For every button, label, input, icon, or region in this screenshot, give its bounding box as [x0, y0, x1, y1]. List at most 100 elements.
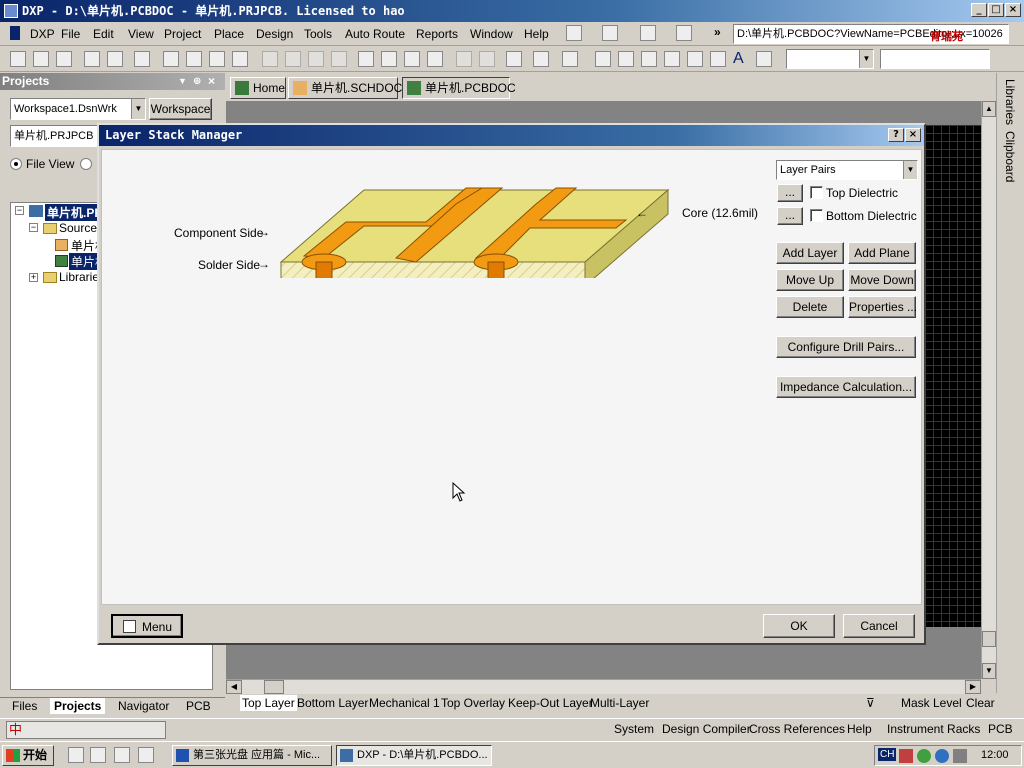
- bottom-dielectric-props-button[interactable]: ...: [777, 207, 803, 225]
- tree-collapse-icon[interactable]: −: [15, 206, 24, 215]
- tab-pcbdoc[interactable]: 单片机.PCBDOC: [402, 77, 516, 99]
- tray-icon[interactable]: [899, 749, 913, 763]
- tray-icon[interactable]: [917, 749, 931, 763]
- new-icon[interactable]: [10, 51, 26, 67]
- file-view-radio[interactable]: [10, 158, 22, 170]
- scroll-thumb[interactable]: [982, 631, 996, 647]
- tree-collapse-icon[interactable]: −: [29, 223, 38, 232]
- libraries-tab[interactable]: Libraries: [1003, 79, 1017, 125]
- polygon-icon[interactable]: [710, 51, 726, 67]
- panel-menu-icon[interactable]: ▼: [178, 73, 187, 90]
- layer-tab-keepout[interactable]: Keep-Out Layer: [508, 695, 593, 711]
- status-cross-references[interactable]: Cross References: [749, 722, 845, 736]
- print-icon[interactable]: [84, 51, 100, 67]
- task-word[interactable]: 第三张光盘 应用篇 - Mic...: [172, 745, 332, 766]
- route-icon[interactable]: [595, 51, 611, 67]
- menu-window[interactable]: Window: [470, 27, 513, 41]
- ime-mode[interactable]: 中: [9, 722, 22, 737]
- tray-icon[interactable]: [935, 749, 949, 763]
- properties-button[interactable]: Properties ...: [848, 296, 917, 318]
- menu-tools[interactable]: Tools: [304, 27, 332, 41]
- deselect-icon[interactable]: [427, 51, 443, 67]
- menu-dxp[interactable]: DXP: [30, 27, 55, 41]
- add-layer-button[interactable]: Add Layer: [776, 242, 844, 264]
- scroll-down-icon[interactable]: ▼: [982, 663, 996, 679]
- component-icon[interactable]: [756, 51, 772, 67]
- scroll-left-icon[interactable]: ◀: [226, 680, 242, 694]
- menu-file[interactable]: File: [61, 27, 80, 41]
- fill-icon[interactable]: [687, 51, 703, 67]
- path-combo[interactable]: D:\单片机.PCBDOC?ViewName=PCBEditor;Lx=1002…: [733, 24, 1009, 44]
- move-icon[interactable]: [381, 51, 397, 67]
- clipboard-tab[interactable]: Clipboard: [1003, 131, 1017, 182]
- menu-design[interactable]: Design: [256, 27, 293, 41]
- status-instrument-racks[interactable]: Instrument Racks: [887, 722, 980, 736]
- tray-icon[interactable]: [953, 749, 967, 763]
- copy-icon[interactable]: [285, 51, 301, 67]
- maximize-button[interactable]: □: [988, 3, 1004, 17]
- horizontal-scrollbar[interactable]: ◀ ▶: [226, 679, 981, 694]
- rubber-stamp-icon[interactable]: [331, 51, 347, 67]
- select-icon[interactable]: [404, 51, 420, 67]
- via-icon[interactable]: [641, 51, 657, 67]
- configure-drill-pairs-button[interactable]: Configure Drill Pairs...: [776, 336, 916, 358]
- media-icon[interactable]: [138, 747, 154, 763]
- ok-button[interactable]: OK: [763, 614, 835, 638]
- layer-tab-mechanical[interactable]: Mechanical 1: [369, 695, 440, 711]
- move-down-button[interactable]: Move Down: [848, 269, 916, 291]
- project-combo[interactable]: 单片机.PRJPCB: [10, 125, 100, 147]
- menu-edit[interactable]: Edit: [93, 27, 114, 41]
- tab-home[interactable]: Home: [230, 77, 286, 99]
- tab-schdoc[interactable]: 单片机.SCHDOC: [288, 77, 402, 99]
- menu-help[interactable]: Help: [524, 27, 549, 41]
- move-up-button[interactable]: Move Up: [776, 269, 844, 291]
- pin-icon[interactable]: ⊕: [193, 73, 201, 90]
- menu-view[interactable]: View: [128, 27, 154, 41]
- dialog-close-button[interactable]: ×: [905, 128, 921, 142]
- mask-level-button[interactable]: Mask Level: [901, 695, 962, 711]
- menu-button[interactable]: Menu: [111, 614, 183, 638]
- workspace-combo[interactable]: Workspace1.DsnWrk ▼: [10, 98, 146, 120]
- print-preview-icon[interactable]: [107, 51, 123, 67]
- text-icon[interactable]: A: [733, 51, 749, 67]
- vertical-scrollbar[interactable]: ▲ ▼: [981, 101, 996, 679]
- arc-icon[interactable]: [664, 51, 680, 67]
- add-plane-button[interactable]: Add Plane: [848, 242, 916, 264]
- clear-button[interactable]: Clear: [966, 695, 995, 711]
- pencil-icon[interactable]: [566, 25, 582, 41]
- undo-icon[interactable]: [456, 51, 472, 67]
- zoom-select-icon[interactable]: [209, 51, 225, 67]
- help-icon[interactable]: [562, 51, 578, 67]
- menu-place[interactable]: Place: [214, 27, 244, 41]
- find-icon[interactable]: [640, 25, 656, 41]
- panel-tab-navigator[interactable]: Navigator: [118, 698, 169, 714]
- h-scroll-thumb[interactable]: [264, 680, 284, 694]
- close-button[interactable]: ×: [1005, 3, 1021, 17]
- desktop-icon[interactable]: [114, 747, 130, 763]
- tree-expand-icon[interactable]: +: [29, 273, 38, 282]
- start-button[interactable]: 开始: [2, 745, 54, 766]
- panel-tab-projects[interactable]: Projects: [50, 698, 106, 714]
- ie-icon[interactable]: [68, 747, 84, 763]
- language-indicator[interactable]: CH: [878, 748, 897, 761]
- panel-tab-pcb[interactable]: PCB: [186, 698, 211, 714]
- open-icon[interactable]: [33, 51, 49, 67]
- layer-tab-top[interactable]: Top Layer: [240, 695, 297, 711]
- panel-tab-files[interactable]: Files: [12, 698, 37, 714]
- scroll-right-icon[interactable]: ▶: [965, 680, 981, 694]
- toolbar-chevron[interactable]: »: [714, 25, 721, 39]
- menu-auto-route[interactable]: Auto Route: [345, 27, 405, 41]
- impedance-calculation-button[interactable]: Impedance Calculation...: [776, 376, 916, 398]
- filter-icon[interactable]: ⊽: [866, 695, 875, 711]
- rule-icon[interactable]: [676, 25, 692, 41]
- menu-reports[interactable]: Reports: [416, 27, 458, 41]
- status-help[interactable]: Help: [847, 722, 872, 736]
- minimize-button[interactable]: _: [971, 3, 987, 17]
- zoom-fit-icon[interactable]: [232, 51, 248, 67]
- layer-tab-bottom[interactable]: Bottom Layer: [297, 695, 368, 711]
- task-dxp[interactable]: DXP - D:\单片机.PCBDO...: [336, 745, 492, 766]
- cancel-button[interactable]: Cancel: [843, 614, 915, 638]
- top-dielectric-checkbox[interactable]: [810, 186, 823, 199]
- bottom-dielectric-checkbox[interactable]: [810, 209, 823, 222]
- highlight-icon[interactable]: [506, 51, 522, 67]
